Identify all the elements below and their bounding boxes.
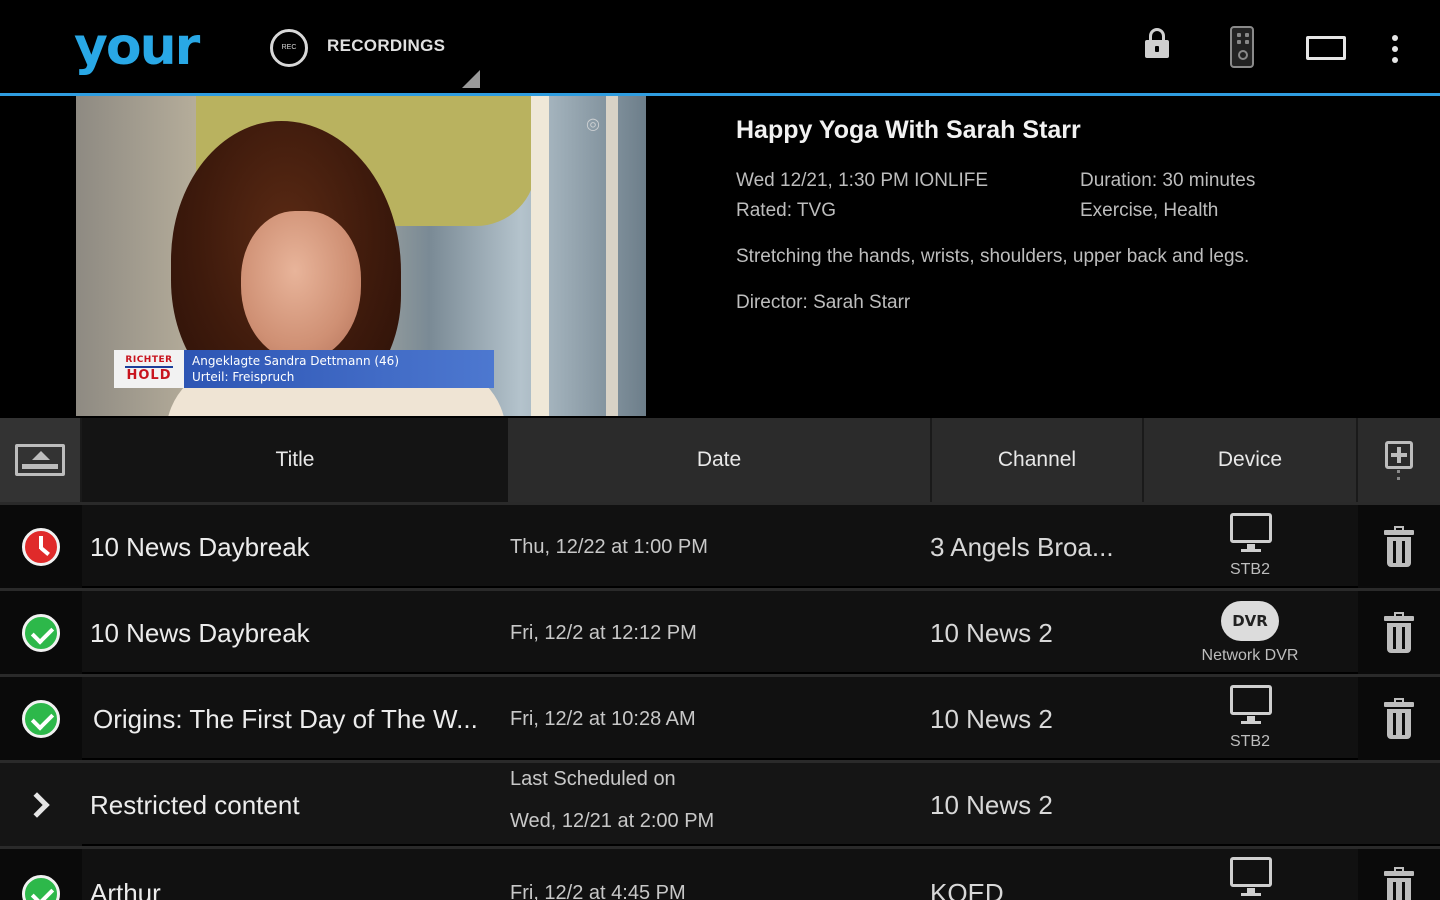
row-channel: 3 Angels Broa...: [930, 532, 1114, 562]
rec-badge: REC: [281, 44, 297, 51]
row-title: Origins: The First Day of The W...: [93, 704, 478, 734]
check-circle-icon: [22, 700, 60, 738]
collapse-icon: [15, 444, 65, 476]
row-date: Fri, 12/2 at 4:45 PM: [510, 882, 686, 900]
dvr-badge: DVR: [1232, 612, 1268, 630]
delete-button[interactable]: [1358, 505, 1440, 589]
trash-icon: [1384, 867, 1414, 900]
scheduled-clock-icon: [22, 528, 60, 566]
status-cell[interactable]: [0, 849, 82, 900]
add-icon: [1385, 441, 1413, 469]
action-bar: your REC RECORDINGS: [0, 0, 1440, 96]
table-row[interactable]: Restricted content Last Scheduled on Wed…: [0, 760, 1440, 847]
monitor-icon: [1230, 857, 1272, 896]
row-title: 10 News Daybreak: [90, 618, 310, 648]
table-row[interactable]: 10 News Daybreak Thu, 12/22 at 1:00 PM 3…: [0, 502, 1440, 589]
table-row[interactable]: Arthur Fri, 12/2 at 4:45 PM KQED: [0, 846, 1440, 900]
check-circle-icon: [22, 614, 60, 652]
overflow-menu-icon[interactable]: [1391, 35, 1399, 63]
collapse-preview-button[interactable]: [0, 418, 82, 502]
row-device: STB2: [1180, 505, 1320, 589]
row-channel: KQED: [930, 878, 1004, 900]
device-label: STB2: [1229, 561, 1270, 578]
program-director: Director: Sarah Starr: [736, 292, 911, 313]
device-label: STB2: [1229, 733, 1270, 750]
trash-icon: [1384, 698, 1414, 740]
program-airing: Wed 12/21, 1:30 PM IONLIFE: [736, 170, 989, 191]
row-date-label: Last Scheduled on: [510, 768, 676, 790]
broadcast-lower-third: RICHTER HOLD Angeklagte Sandra Dettmann …: [114, 350, 494, 388]
column-title[interactable]: Title: [82, 418, 508, 502]
trash-icon: [1384, 526, 1414, 568]
row-title: Arthur: [90, 878, 161, 900]
lower-third-brand-bottom: HOLD: [126, 368, 172, 383]
row-device: STB2: [1180, 677, 1320, 761]
delete-button[interactable]: [1358, 677, 1440, 761]
app-logo[interactable]: your: [74, 14, 200, 80]
program-title: Happy Yoga With Sarah Starr: [736, 116, 1081, 144]
more-indicator: [1397, 470, 1401, 480]
row-device: DVR Network DVR: [1180, 591, 1320, 675]
video-preview[interactable]: ◎ RICHTER HOLD Angeklagte Sandra Dettman…: [76, 96, 646, 416]
add-recording-button[interactable]: [1358, 418, 1440, 502]
row-device: [1180, 849, 1320, 900]
column-date[interactable]: Date: [508, 418, 932, 502]
lower-third-line2: Urteil: Freispruch: [192, 370, 295, 384]
program-rating: Rated: TVG: [736, 200, 836, 221]
monitor-icon: [1230, 685, 1272, 724]
program-description: Stretching the hands, wrists, shoulders,…: [736, 246, 1250, 267]
column-channel[interactable]: Channel: [932, 418, 1144, 502]
row-title: 10 News Daybreak: [90, 532, 310, 562]
program-genre: Exercise, Health: [1080, 200, 1219, 221]
screen-icon[interactable]: [1306, 36, 1346, 60]
delete-button[interactable]: [1358, 849, 1440, 900]
row-channel: 10 News 2: [930, 618, 1053, 648]
lower-third-line1: Angeklagte Sandra Dettmann (46): [192, 354, 399, 368]
trash-icon: [1384, 612, 1414, 654]
status-cell[interactable]: [0, 591, 82, 675]
row-date: Thu, 12/22 at 1:00 PM: [510, 536, 708, 558]
chevron-right-icon: [24, 792, 50, 818]
status-cell[interactable]: [0, 677, 82, 761]
table-row[interactable]: Origins: The First Day of The W... Fri, …: [0, 674, 1440, 761]
dvr-cloud-icon: DVR: [1221, 601, 1279, 641]
logo-text: your: [74, 17, 200, 77]
lock-icon[interactable]: [1144, 26, 1170, 60]
column-device[interactable]: Device: [1144, 418, 1358, 502]
lower-third-brand-top: RICHTER: [125, 355, 173, 368]
table-header: Title Date Channel Device: [0, 418, 1440, 502]
section-title[interactable]: RECORDINGS: [327, 36, 445, 56]
program-duration: Duration: 30 minutes: [1080, 170, 1256, 191]
row-channel: 10 News 2: [930, 704, 1053, 734]
row-title: Restricted content: [90, 790, 300, 820]
recordings-icon[interactable]: REC: [270, 29, 308, 67]
device-label: Network DVR: [1201, 647, 1299, 664]
row-date: Fri, 12/2 at 10:28 AM: [510, 708, 696, 730]
status-cell[interactable]: [0, 505, 82, 589]
row-date: Wed, 12/21 at 2:00 PM: [510, 810, 715, 832]
expand-cell[interactable]: [0, 763, 82, 847]
row-date: Fri, 12/2 at 12:12 PM: [510, 622, 697, 644]
check-circle-icon: [22, 875, 60, 900]
section-dropdown-indicator[interactable]: [462, 70, 480, 88]
row-channel: 10 News 2: [930, 790, 1053, 820]
table-row[interactable]: 10 News Daybreak Fri, 12/2 at 12:12 PM 1…: [0, 588, 1440, 675]
remote-icon[interactable]: [1230, 26, 1254, 68]
channel-watermark-icon: ◎: [586, 116, 600, 133]
delete-button[interactable]: [1358, 591, 1440, 675]
monitor-icon: [1230, 513, 1272, 552]
